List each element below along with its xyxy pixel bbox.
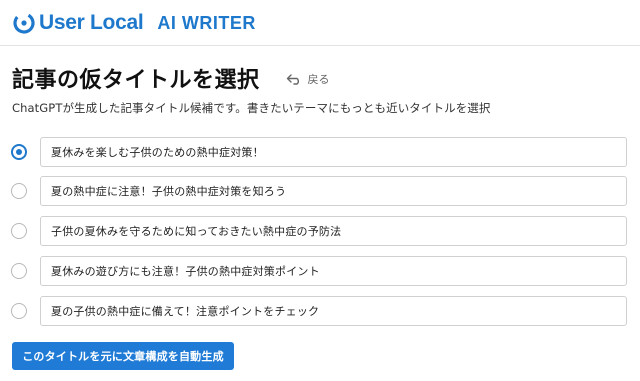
option-box[interactable]: 夏の子供の熱中症に備えて！注意ポイントをチェック bbox=[40, 296, 627, 326]
option-label: 子供の夏休みを守るために知っておきたい熱中症の予防法 bbox=[51, 225, 342, 238]
page-subtitle: ChatGPTが生成した記事タイトル候補です。書きたいテーマにもっとも近いタイト… bbox=[12, 101, 491, 115]
brand-name: User Local bbox=[39, 11, 144, 34]
back-link[interactable]: 戻る bbox=[286, 71, 330, 87]
title-option[interactable]: 夏の子供の熱中症に備えて！注意ポイントをチェック bbox=[0, 296, 640, 326]
option-box[interactable]: 夏休みを楽しむ子供のための熱中症対策！ bbox=[40, 137, 627, 167]
option-label: 夏の熱中症に注意！子供の熱中症対策を知ろう bbox=[51, 185, 287, 198]
logo[interactable]: User Local AI WRITER bbox=[12, 9, 256, 37]
page-title: 記事の仮タイトルを選択 bbox=[12, 68, 260, 93]
option-box[interactable]: 夏の熱中症に注意！子供の熱中症対策を知ろう bbox=[40, 176, 627, 206]
option-box[interactable]: 夏休みの遊び方にも注意！子供の熱中症対策ポイント bbox=[40, 256, 627, 286]
option-radio[interactable] bbox=[11, 183, 27, 199]
title-option[interactable]: 夏の熱中症に注意！子供の熱中症対策を知ろう bbox=[0, 176, 640, 206]
title-row: 記事の仮タイトルを選択 戻る bbox=[12, 62, 330, 94]
option-radio[interactable] bbox=[11, 144, 27, 160]
product-name: AI WRITER bbox=[157, 12, 256, 33]
generate-outline-button[interactable]: このタイトルを元に文章構成を自動生成 bbox=[12, 342, 234, 370]
option-radio[interactable] bbox=[11, 223, 27, 239]
back-label: 戻る bbox=[307, 73, 330, 86]
userlocal-logo-icon bbox=[13, 12, 35, 34]
return-arrow-icon bbox=[286, 74, 299, 85]
option-box[interactable]: 子供の夏休みを守るために知っておきたい熱中症の予防法 bbox=[40, 216, 627, 246]
option-radio[interactable] bbox=[11, 303, 27, 319]
option-radio[interactable] bbox=[11, 263, 27, 279]
title-option[interactable]: 子供の夏休みを守るために知っておきたい熱中症の予防法 bbox=[0, 216, 640, 246]
option-label: 夏の子供の熱中症に備えて！注意ポイントをチェック bbox=[51, 305, 320, 318]
title-option[interactable]: 夏休みを楽しむ子供のための熱中症対策！ bbox=[0, 137, 640, 167]
title-option[interactable]: 夏休みの遊び方にも注意！子供の熱中症対策ポイント bbox=[0, 256, 640, 286]
option-label: 夏休みを楽しむ子供のための熱中症対策！ bbox=[51, 146, 264, 159]
app-header: User Local AI WRITER bbox=[0, 0, 640, 46]
option-label: 夏休みの遊び方にも注意！子供の熱中症対策ポイント bbox=[51, 265, 320, 278]
